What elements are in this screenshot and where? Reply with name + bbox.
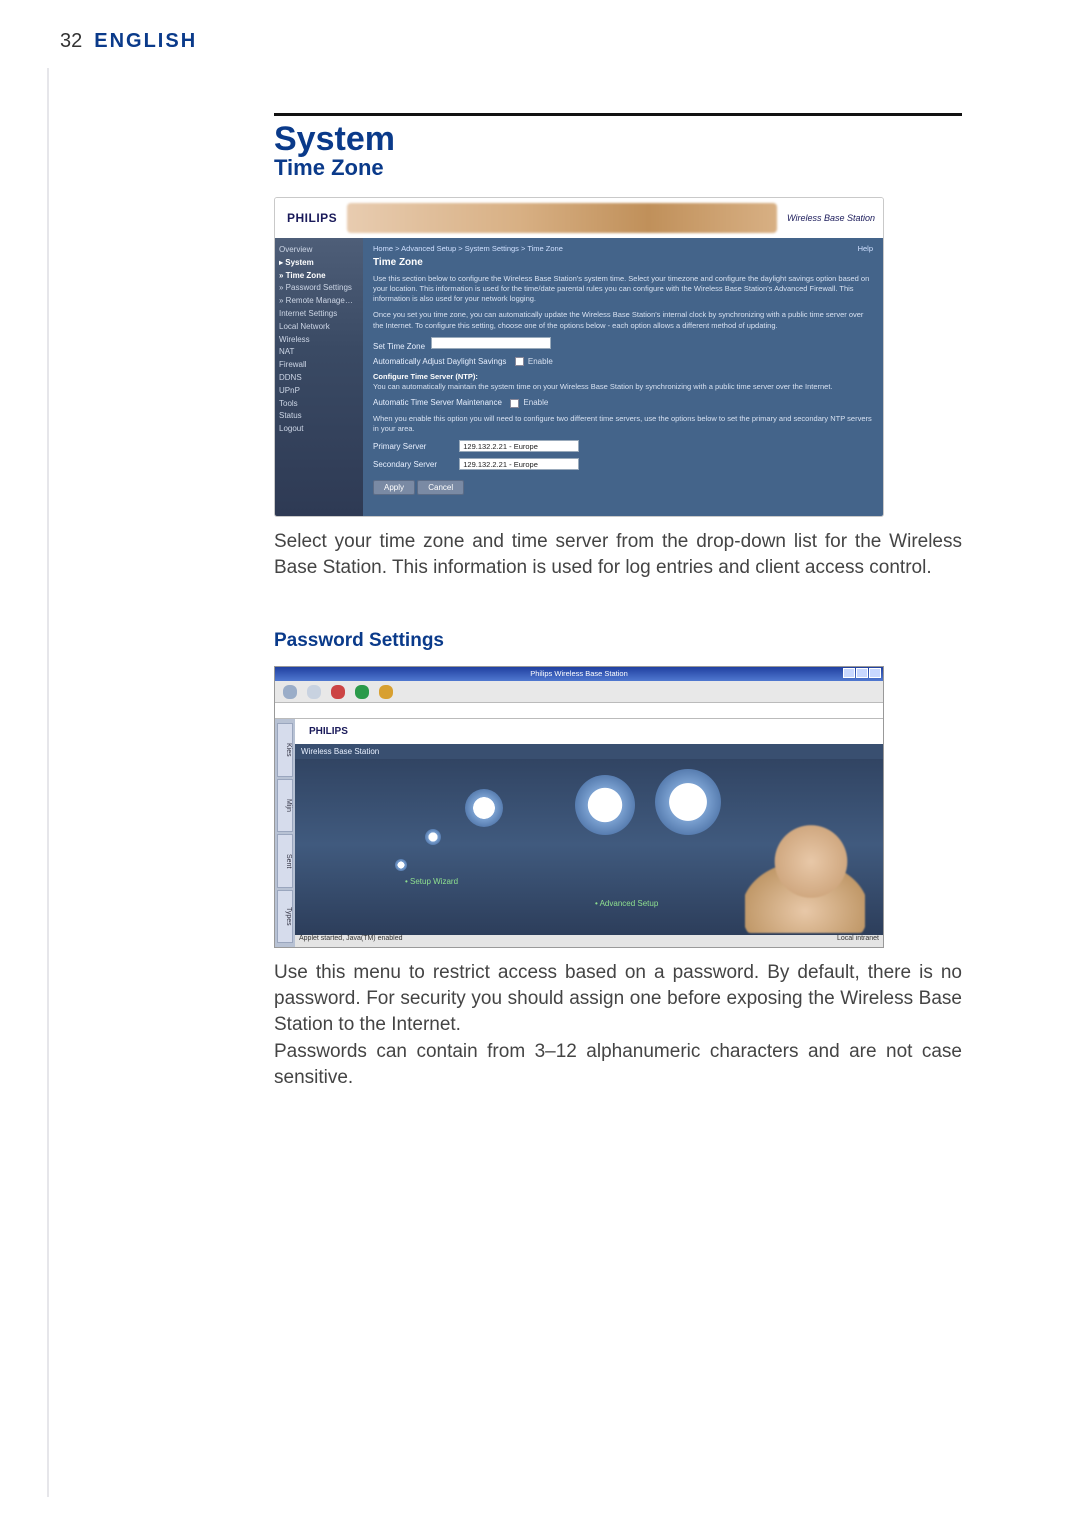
vertical-tabs[interactable]: Kies Mijn Sent Types — [275, 719, 295, 947]
ring-icon — [575, 775, 635, 835]
side-tools[interactable]: Tools — [279, 398, 359, 411]
address-bar[interactable] — [275, 703, 883, 719]
ring-icon — [465, 789, 503, 827]
vtab-1[interactable]: Kies — [277, 723, 293, 777]
home-icon[interactable] — [379, 685, 393, 699]
password-paragraph-2: Passwords can contain from 3–12 alphanum… — [274, 1039, 962, 1090]
status-right: Local intranet — [837, 935, 879, 947]
timezone-screenshot: PHILIPS Wireless Base Station Overview ▸… — [274, 197, 884, 517]
side-internet[interactable]: Internet Settings — [279, 308, 359, 321]
section-title: System — [274, 120, 962, 159]
side-password[interactable]: » Password Settings — [279, 282, 359, 295]
left-margin-rule — [47, 68, 49, 1497]
set-tz-select[interactable] — [431, 337, 551, 349]
setup-wizard-link[interactable]: • Setup Wizard — [405, 877, 458, 886]
ntp-desc: You can automatically maintain the syste… — [373, 382, 833, 391]
section-rule — [274, 113, 962, 116]
window-titlebar: Philips Wireless Base Station — [275, 667, 883, 681]
page-number: 32 — [60, 30, 82, 53]
shot-main: Home > Advanced Setup > System Settings … — [363, 238, 883, 516]
vtab-2[interactable]: Mijn — [277, 779, 293, 833]
shot-header: PHILIPS Wireless Base Station — [275, 198, 883, 238]
subsection-title: Time Zone — [274, 155, 962, 181]
side-timezone[interactable]: » Time Zone — [279, 270, 359, 283]
side-local[interactable]: Local Network — [279, 321, 359, 334]
person-image — [745, 823, 865, 933]
stage-bar: Wireless Base Station — [295, 744, 883, 759]
stop-icon[interactable] — [331, 685, 345, 699]
page-language: ENGLISH — [94, 30, 197, 53]
password-paragraph-1: Use this menu to restrict access based o… — [274, 960, 962, 1037]
ring-icon — [425, 829, 441, 845]
set-tz-label: Set Time Zone — [373, 342, 425, 351]
back-icon[interactable] — [283, 685, 297, 699]
auto-maint-enable: Enable — [523, 398, 548, 407]
side-remote[interactable]: » Remote Management — [279, 295, 359, 308]
browser-toolbar — [275, 681, 883, 703]
window-buttons[interactable] — [843, 668, 881, 678]
apply-button[interactable]: Apply — [373, 480, 415, 495]
side-system[interactable]: ▸ System — [279, 257, 359, 270]
dst-label: Automatically Adjust Daylight Savings — [373, 357, 506, 366]
help-link[interactable]: Help — [858, 244, 873, 253]
stage-brand: PHILIPS — [301, 723, 356, 740]
vtab-3[interactable]: Sent — [277, 834, 293, 888]
ntp-title: Configure Time Server (NTP): — [373, 372, 478, 381]
secondary-label: Secondary Server — [373, 460, 453, 469]
status-left: Applet started, Java(TM) enabled — [299, 935, 403, 947]
maximize-icon[interactable] — [856, 668, 868, 678]
window-title: Philips Wireless Base Station — [530, 669, 628, 678]
cancel-button[interactable]: Cancel — [417, 480, 464, 495]
side-upnp[interactable]: UPnP — [279, 385, 359, 398]
side-status[interactable]: Status — [279, 410, 359, 423]
password-title: Password Settings — [274, 630, 962, 652]
tz-desc-2: Once you set you time zone, you can auto… — [373, 310, 873, 330]
auto-maint-checkbox[interactable] — [510, 399, 519, 408]
breadcrumb-text[interactable]: Home > Advanced Setup > System Settings … — [373, 244, 563, 253]
side-logout[interactable]: Logout — [279, 423, 359, 436]
stage: PHILIPS Wireless Base Station • Setup Wi… — [295, 719, 883, 947]
ring-icon — [395, 859, 407, 871]
page-header: 32 ENGLISH — [60, 30, 1022, 53]
primary-server-select[interactable]: 129.132.2.21 - Europe — [459, 440, 579, 452]
breadcrumb: Home > Advanced Setup > System Settings … — [373, 244, 873, 253]
panel-title: Time Zone — [373, 257, 873, 268]
auto-maint-label: Automatic Time Server Maintenance — [373, 398, 502, 407]
shot-brand: PHILIPS — [287, 211, 337, 225]
side-ddns[interactable]: DDNS — [279, 372, 359, 385]
dst-enable: Enable — [528, 357, 553, 366]
tz-desc-1: Use this section below to configure the … — [373, 274, 873, 304]
dst-checkbox[interactable] — [515, 357, 524, 366]
timezone-paragraph: Select your time zone and time server fr… — [274, 529, 962, 580]
password-screenshot: Philips Wireless Base Station Kies Mijn — [274, 666, 884, 948]
secondary-server-select[interactable]: 129.132.2.21 - Europe — [459, 458, 579, 470]
reload-icon[interactable] — [355, 685, 369, 699]
shot-header-right: Wireless Base Station — [787, 213, 875, 223]
vtab-4[interactable]: Types — [277, 890, 293, 944]
close-icon[interactable] — [869, 668, 881, 678]
side-overview[interactable]: Overview — [279, 244, 359, 257]
primary-label: Primary Server — [373, 442, 453, 451]
side-firewall[interactable]: Firewall — [279, 359, 359, 372]
ntp-note: When you enable this option you will nee… — [373, 414, 873, 434]
ring-icon — [655, 769, 721, 835]
shot-sidebar[interactable]: Overview ▸ System » Time Zone » Password… — [275, 238, 363, 516]
forward-icon[interactable] — [307, 685, 321, 699]
status-bar: Applet started, Java(TM) enabled Local i… — [295, 935, 883, 947]
side-wireless[interactable]: Wireless — [279, 334, 359, 347]
shot-banner-image — [347, 203, 777, 233]
side-nat[interactable]: NAT — [279, 346, 359, 359]
advanced-setup-link[interactable]: • Advanced Setup — [595, 899, 658, 908]
minimize-icon[interactable] — [843, 668, 855, 678]
